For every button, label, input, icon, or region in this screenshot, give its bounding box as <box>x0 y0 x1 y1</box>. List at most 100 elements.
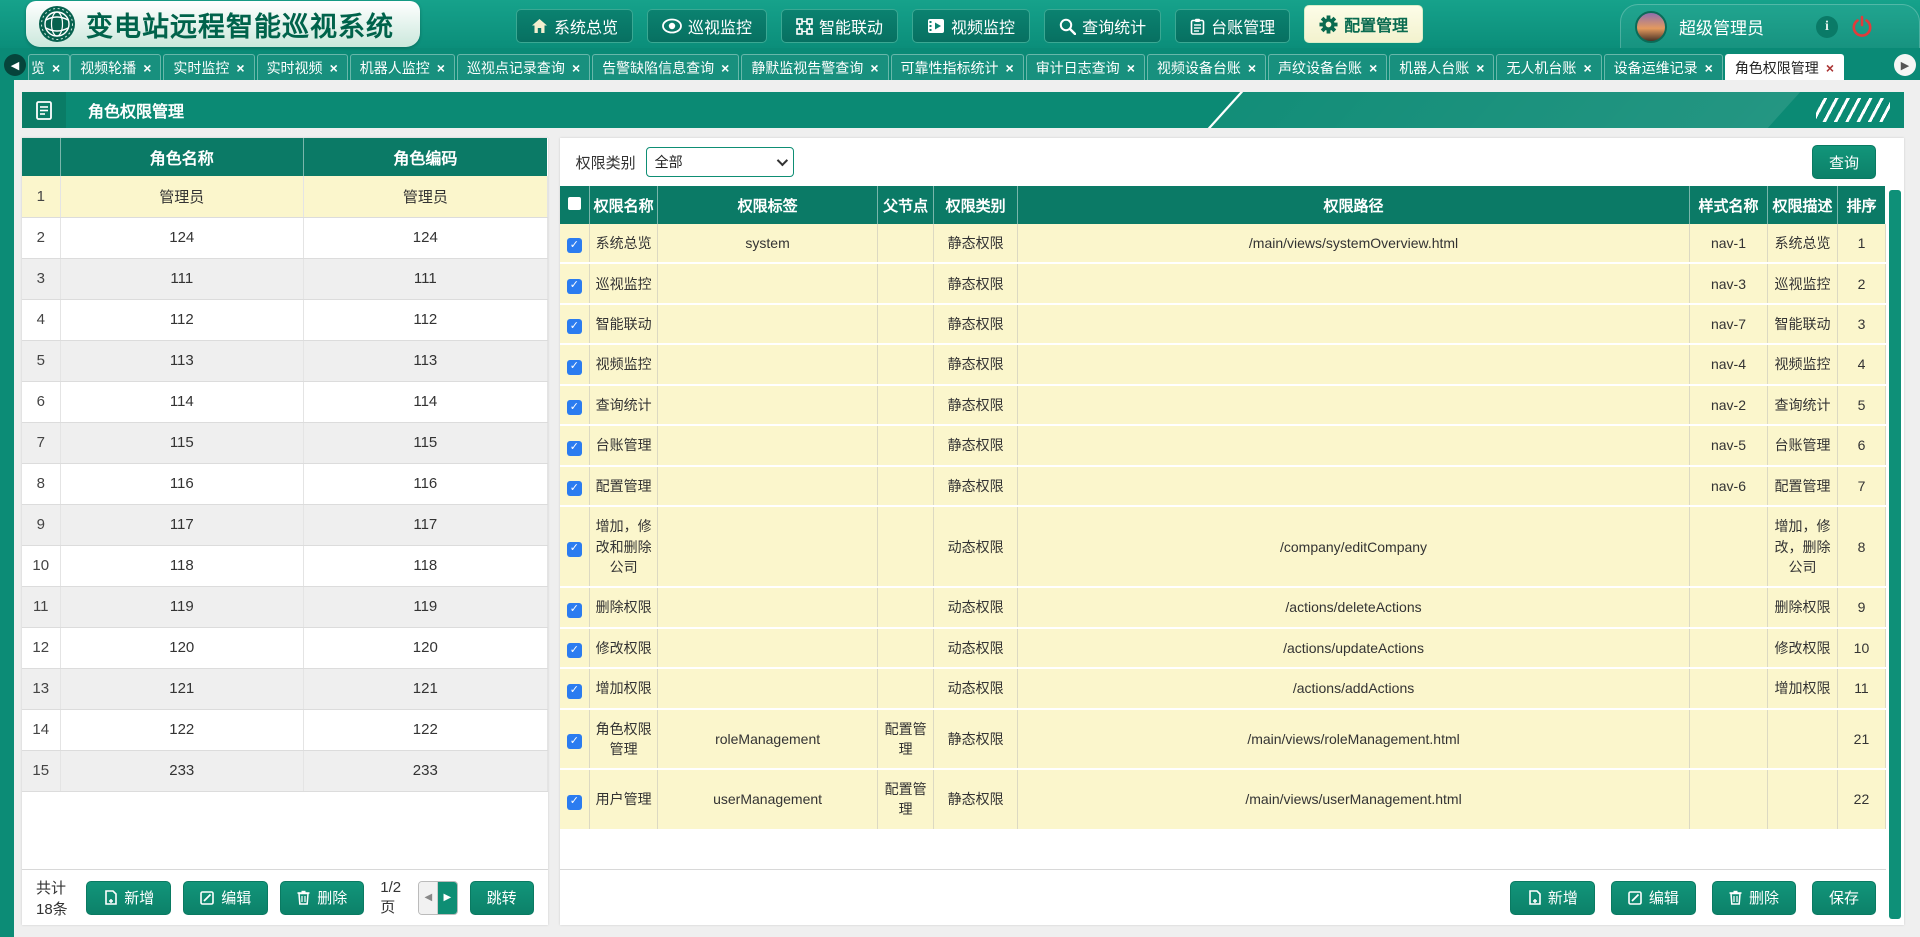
tab-close-icon[interactable]: × <box>330 61 338 75</box>
nav-video-monitor-button[interactable]: 视频监控 <box>912 9 1030 43</box>
tab-close-icon[interactable]: × <box>1705 61 1713 75</box>
tab-视频轮播[interactable]: 视频轮播× <box>70 54 161 80</box>
permission-row[interactable]: ✓角色权限管理roleManagement配置管理静态权限/main/views… <box>560 709 1886 770</box>
next-page-button[interactable]: ▶ <box>438 882 456 914</box>
permission-row[interactable]: ✓巡视监控静态权限nav-3巡视监控2 <box>560 263 1886 303</box>
tab-实时视频[interactable]: 实时视频× <box>257 54 348 80</box>
perm-edit-button[interactable]: 编辑 <box>1611 881 1696 915</box>
tab-告警缺陷信息查询[interactable]: 告警缺陷信息查询× <box>592 54 739 80</box>
role-row[interactable]: 3111111 <box>22 258 547 299</box>
tab-机器人台账[interactable]: 机器人台账× <box>1389 54 1494 80</box>
row-checkbox[interactable]: ✓ <box>567 279 582 294</box>
perm-save-button[interactable]: 保存 <box>1812 881 1876 915</box>
row-checkbox[interactable]: ✓ <box>567 684 582 699</box>
vertical-scrollbar[interactable] <box>1889 190 1901 919</box>
row-checkbox[interactable]: ✓ <box>567 542 582 557</box>
permission-row[interactable]: ✓配置管理静态权限nav-6配置管理7 <box>560 466 1886 506</box>
row-checkbox[interactable]: ✓ <box>567 238 582 253</box>
role-row[interactable]: 13121121 <box>22 668 547 709</box>
select-all-header[interactable] <box>560 186 590 224</box>
permission-row[interactable]: ✓增加权限动态权限/actions/addActions增加权限11 <box>560 668 1886 708</box>
row-checkbox[interactable]: ✓ <box>567 795 582 810</box>
row-checkbox[interactable]: ✓ <box>567 481 582 496</box>
nav-config-management-button[interactable]: 配置管理 <box>1304 5 1423 43</box>
role-row[interactable]: 2124124 <box>22 217 547 258</box>
tab-可靠性指标统计[interactable]: 可靠性指标统计× <box>891 54 1024 80</box>
role-row[interactable]: 10118118 <box>22 545 547 586</box>
role-edit-button[interactable]: 编辑 <box>183 881 268 915</box>
role-row[interactable]: 14122122 <box>22 709 547 750</box>
tab-静默监视告警查询[interactable]: 静默监视告警查询× <box>741 54 888 80</box>
row-checkbox[interactable]: ✓ <box>567 734 582 749</box>
tab-无人机台账[interactable]: 无人机台账× <box>1496 54 1601 80</box>
role-row[interactable]: 6114114 <box>22 381 547 422</box>
tab-close-icon[interactable]: × <box>721 61 729 75</box>
nav-query-stats-button[interactable]: 查询统计 <box>1044 9 1161 43</box>
tab-partial-first[interactable]: 览 × <box>28 54 70 80</box>
role-row[interactable]: 15233233 <box>22 750 547 791</box>
search-button[interactable]: 查询 <box>1812 145 1876 179</box>
tab-close-icon[interactable]: × <box>1583 61 1591 75</box>
tab-实时监控[interactable]: 实时监控× <box>163 54 254 80</box>
tab-声纹设备台账[interactable]: 声纹设备台账× <box>1268 54 1387 80</box>
role-row[interactable]: 9117117 <box>22 504 547 545</box>
permission-row[interactable]: ✓查询统计静态权限nav-2查询统计5 <box>560 385 1886 425</box>
user-avatar[interactable] <box>1635 11 1667 43</box>
permission-row[interactable]: ✓修改权限动态权限/actions/updateActions修改权限10 <box>560 628 1886 668</box>
role-row[interactable]: 7115115 <box>22 422 547 463</box>
row-checkbox[interactable]: ✓ <box>567 360 582 375</box>
permission-type-select[interactable]: 全部 <box>646 147 794 177</box>
tab-close-icon[interactable]: × <box>437 61 445 75</box>
permission-row[interactable]: ✓台账管理静态权限nav-5台账管理6 <box>560 425 1886 465</box>
tab-close-icon[interactable]: × <box>1248 61 1256 75</box>
jump-page-button[interactable]: 跳转 <box>470 881 534 915</box>
role-row[interactable]: 1管理员管理员 <box>22 176 547 217</box>
row-checkbox[interactable]: ✓ <box>567 603 582 618</box>
row-checkbox[interactable]: ✓ <box>567 319 582 334</box>
row-checkbox[interactable]: ✓ <box>567 400 582 415</box>
nav-patrol-monitor-button[interactable]: 巡视监控 <box>647 9 767 43</box>
nav-ledger-button[interactable]: 台账管理 <box>1175 9 1290 43</box>
row-checkbox[interactable]: ✓ <box>567 441 582 456</box>
tab-close-icon[interactable]: × <box>1006 61 1014 75</box>
tab-close-icon[interactable]: × <box>1826 61 1834 75</box>
tab-close-icon[interactable]: × <box>52 61 60 75</box>
role-row[interactable]: 4112112 <box>22 299 547 340</box>
tab-scroll-left-button[interactable]: ◀ <box>4 54 26 76</box>
role-delete-button[interactable]: 删除 <box>280 881 364 915</box>
permission-row[interactable]: ✓用户管理userManagement配置管理静态权限/main/views/u… <box>560 769 1886 830</box>
tab-机器人监控[interactable]: 机器人监控× <box>350 54 455 80</box>
tab-close-icon[interactable]: × <box>1476 61 1484 75</box>
tab-close-icon[interactable]: × <box>236 61 244 75</box>
perm-add-button[interactable]: 新增 <box>1510 881 1595 915</box>
permission-row[interactable]: ✓视频监控静态权限nav-4视频监控4 <box>560 344 1886 384</box>
nav-smart-linkage-button[interactable]: 智能联动 <box>781 9 898 43</box>
prev-page-button[interactable]: ◀ <box>419 882 438 914</box>
tab-视频设备台账[interactable]: 视频设备台账× <box>1147 54 1266 80</box>
role-row[interactable]: 8116116 <box>22 463 547 504</box>
permission-row[interactable]: ✓系统总览system静态权限/main/views/systemOvervie… <box>560 224 1886 263</box>
tab-角色权限管理[interactable]: 角色权限管理× <box>1725 54 1844 80</box>
tab-scroll-right-button[interactable]: ▶ <box>1894 54 1916 76</box>
tab-close-icon[interactable]: × <box>870 61 878 75</box>
tab-close-icon[interactable]: × <box>572 61 580 75</box>
permission-row[interactable]: ✓增加，修改和删除公司动态权限/company/editCompany增加，修改… <box>560 506 1886 587</box>
row-checkbox[interactable]: ✓ <box>567 643 582 658</box>
role-row[interactable]: 11119119 <box>22 586 547 627</box>
tab-设备运维记录[interactable]: 设备运维记录× <box>1604 54 1723 80</box>
info-icon[interactable]: i <box>1816 16 1838 38</box>
permission-row[interactable]: ✓智能联动静态权限nav-7智能联动3 <box>560 304 1886 344</box>
tab-审计日志查询[interactable]: 审计日志查询× <box>1026 54 1145 80</box>
power-logout-icon[interactable] <box>1850 15 1874 39</box>
nav-system-overview-button[interactable]: 系统总览 <box>516 9 633 43</box>
tab-close-icon[interactable]: × <box>1369 61 1377 75</box>
tab-close-icon[interactable]: × <box>1127 61 1135 75</box>
role-add-button[interactable]: 新增 <box>86 881 171 915</box>
select-all-checkbox[interactable] <box>568 197 581 210</box>
tab-巡视点记录查询[interactable]: 巡视点记录查询× <box>457 54 590 80</box>
tab-close-icon[interactable]: × <box>143 61 151 75</box>
role-row[interactable]: 5113113 <box>22 340 547 381</box>
permission-row[interactable]: ✓删除权限动态权限/actions/deleteActions删除权限9 <box>560 587 1886 627</box>
role-row[interactable]: 12120120 <box>22 627 547 668</box>
perm-delete-button[interactable]: 删除 <box>1712 881 1796 915</box>
